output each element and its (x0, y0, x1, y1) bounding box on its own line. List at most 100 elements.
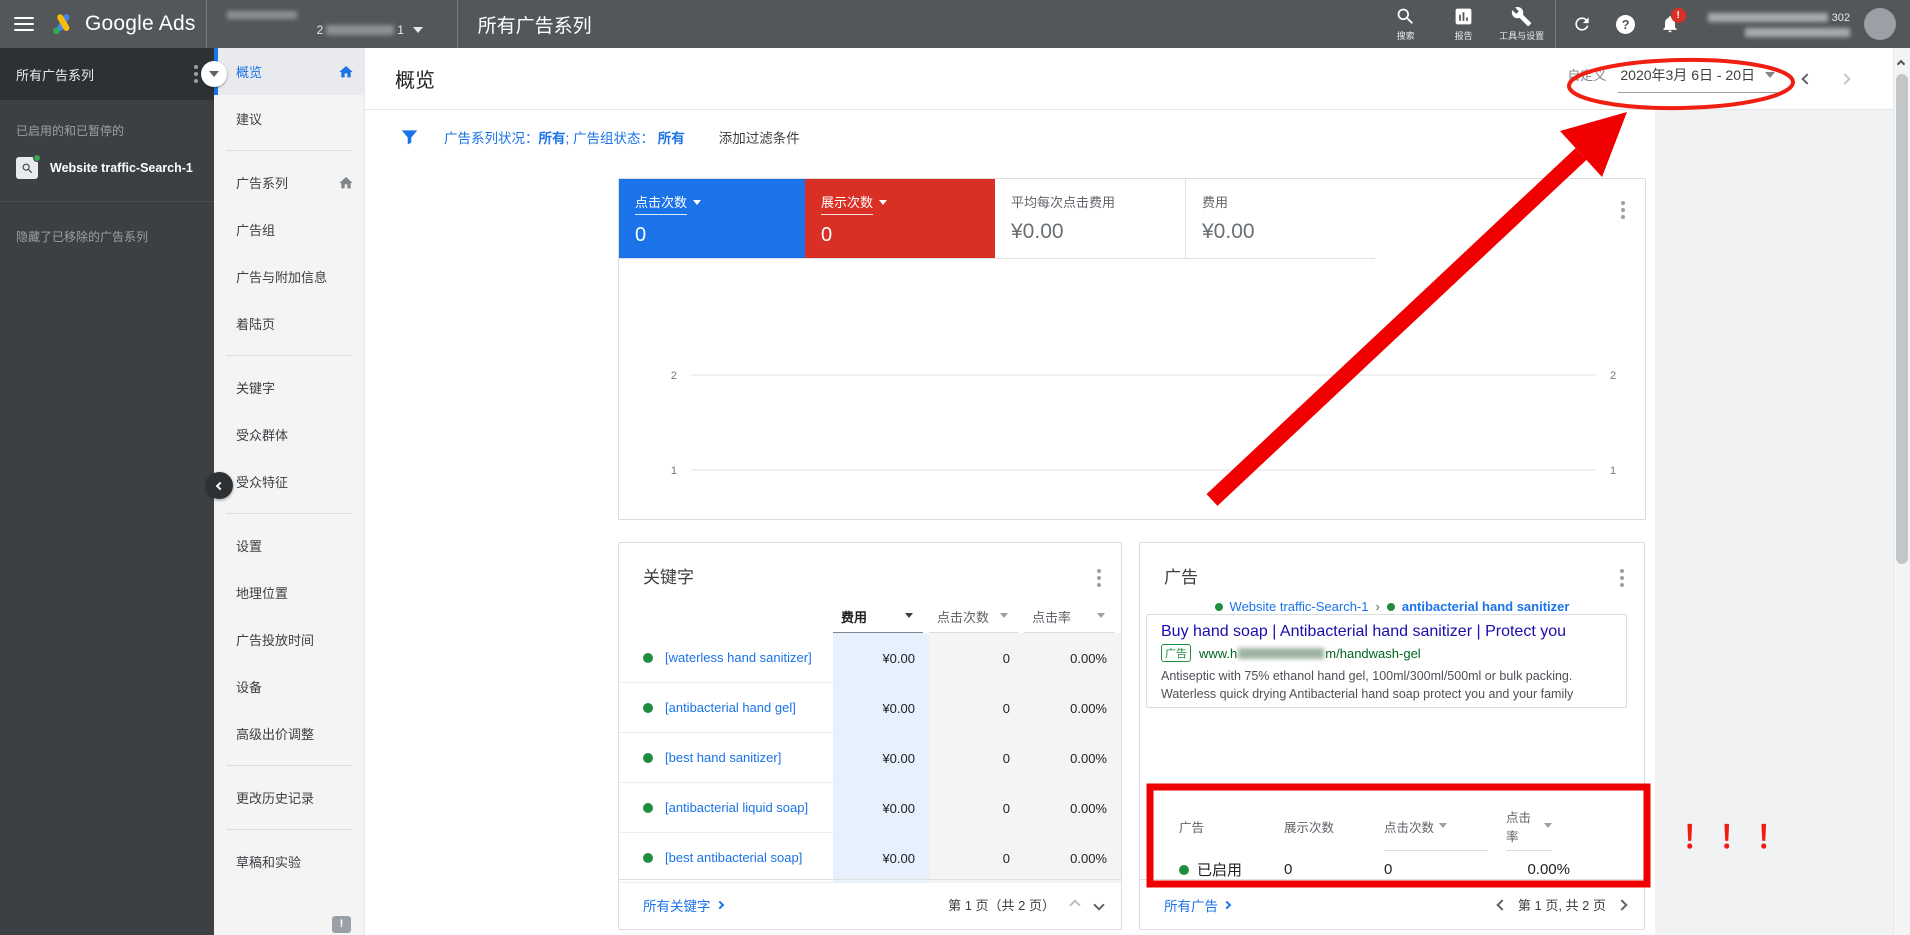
active-filters[interactable]: 广告系列状况：所有; 广告组状态： 所有 (444, 127, 685, 147)
sort-arrow-icon (1439, 823, 1447, 828)
keyword-link[interactable]: [best hand sanitizer] (665, 750, 781, 765)
metric-scorecard[interactable]: 展示次数0 (805, 179, 995, 258)
search-button[interactable]: 搜索 (1377, 0, 1435, 48)
breadcrumb-campaign-link[interactable]: Website traffic-Search-1 (1230, 599, 1369, 614)
notifications-button[interactable]: ! (1648, 0, 1692, 48)
reports-icon (1453, 6, 1474, 27)
subnav-item-label: 受众群体 (236, 425, 354, 444)
collapse-panel-button[interactable] (206, 472, 233, 499)
chevron-right-icon (1223, 900, 1231, 908)
svg-text:2: 2 (671, 370, 677, 382)
avatar[interactable] (1864, 8, 1896, 40)
chevron-down-icon (1765, 72, 1775, 78)
ad-stat-column-clicks[interactable]: 点击次数 (1384, 807, 1488, 851)
subnav-item[interactable]: 受众群体 (214, 411, 364, 458)
column-header-cost[interactable]: 费用 (833, 607, 923, 633)
sidebar-collapse-toggle[interactable] (201, 61, 227, 87)
subnav-item[interactable]: 广告系列 (214, 159, 364, 206)
prev-page-button[interactable] (1498, 897, 1506, 912)
subnav-item[interactable]: 设备 (214, 663, 364, 710)
chevron-left-icon (1801, 73, 1812, 84)
subnav-item-label: 广告组 (236, 220, 354, 239)
topbar-page-title: 所有广告系列 (458, 11, 612, 38)
subnav-item[interactable]: 关键字 (214, 364, 364, 411)
keywords-card-menu-kebab[interactable] (1091, 563, 1107, 593)
breadcrumb-adgroup-link[interactable]: antibacterial hand sanitizer (1402, 599, 1570, 614)
keyword-cost-cell: ¥0.00 (833, 833, 929, 883)
metric-scorecard[interactable]: 点击次数0 (619, 179, 805, 258)
metric-scorecard[interactable]: 平均每次点击费用¥0.00 (995, 179, 1185, 258)
ads-breadcrumb: Website traffic-Search-1 › antibacterial… (1140, 599, 1644, 614)
sidebar-item-campaign[interactable]: Website traffic-Search-1 (0, 149, 214, 187)
campaign-sidebar: 所有广告系列 已启用的和已暂停的 Website traffic-Search-… (0, 48, 214, 935)
ad-headline-link[interactable]: Buy hand soap | Antibacterial hand sanit… (1161, 623, 1612, 641)
ad-stat-column-ctr[interactable]: 点击率 (1506, 807, 1552, 851)
refresh-button[interactable] (1560, 0, 1604, 48)
column-header-ctr[interactable]: 点击率 (1024, 607, 1115, 633)
account-id-suffix: 1 (397, 23, 404, 37)
all-keywords-link[interactable]: 所有关键字 (643, 895, 723, 915)
tools-settings-button[interactable]: 工具与设置 (1493, 0, 1551, 48)
subnav-item[interactable]: 高级出价调整 (214, 710, 364, 757)
next-period-button[interactable] (1837, 66, 1853, 92)
subnav-item[interactable]: 设置 (214, 522, 364, 569)
notification-badge: ! (1671, 8, 1686, 23)
chart-card-menu-kebab[interactable] (1615, 195, 1631, 225)
subnav-item[interactable]: 广告组 (214, 206, 364, 253)
account-switcher[interactable]: 2 1 (207, 5, 457, 43)
blurred-email (1708, 13, 1828, 22)
enabled-status-dot (33, 154, 41, 162)
subnav-item[interactable]: 着陆页 (214, 300, 364, 347)
page-up-button[interactable] (1071, 897, 1079, 912)
subnav-item[interactable]: 建议 (214, 95, 364, 142)
keyword-link[interactable]: [antibacterial hand gel] (665, 700, 796, 715)
chevron-down-icon (209, 71, 219, 77)
ads-card-menu-kebab[interactable] (1614, 563, 1630, 593)
timeseries-chart: 2 1 0 2 1 0 2020年3月6日 2020年3月20日 (619, 258, 1647, 521)
keyword-clicks-cell: 0 (929, 833, 1024, 883)
account-number-suffix: 302 (1832, 12, 1850, 24)
scrollbar-thumb[interactable] (1896, 74, 1908, 564)
feedback-icon[interactable]: ! (332, 916, 351, 933)
column-header-clicks[interactable]: 点击次数 (929, 607, 1018, 633)
keyword-cost-cell: ¥0.00 (833, 733, 929, 783)
subnav-item-label: 建议 (236, 109, 354, 128)
divider (1555, 0, 1556, 48)
subnav-item-label: 概览 (236, 62, 338, 81)
metric-label: 费用 (1202, 192, 1228, 211)
subnav-item[interactable]: 更改历史记录 (214, 774, 364, 821)
metric-scorecard[interactable]: 费用¥0.00 (1185, 179, 1375, 258)
subnav-item[interactable]: 草稿和实验 (214, 838, 364, 885)
all-ads-link[interactable]: 所有广告 (1164, 895, 1230, 915)
next-page-button[interactable] (1618, 897, 1626, 912)
keyword-ctr-cell: 0.00% (1024, 833, 1121, 883)
metric-value: ¥0.00 (1011, 220, 1169, 244)
reports-button[interactable]: 报告 (1435, 0, 1493, 48)
page-down-button[interactable] (1095, 897, 1103, 912)
sort-arrow-icon (905, 613, 913, 618)
keyword-link[interactable]: [best antibacterial soap] (665, 850, 802, 865)
svg-text:1: 1 (671, 465, 677, 477)
keyword-link[interactable]: [waterless hand sanitizer] (665, 650, 812, 665)
metric-value: 0 (635, 224, 789, 247)
prev-period-button[interactable] (1799, 66, 1815, 92)
scroll-up-button[interactable] (1898, 54, 1904, 72)
subnav-item[interactable]: 广告与附加信息 (214, 253, 364, 300)
keyword-clicks-cell: 0 (929, 733, 1024, 783)
section-nav: 概览建议广告系列广告组广告与附加信息着陆页关键字受众群体受众特征设置地理位置广告… (214, 48, 365, 935)
subnav-item[interactable]: 概览 (214, 48, 364, 95)
help-button[interactable]: ? (1604, 0, 1648, 48)
add-filter-button[interactable]: 添加过滤条件 (719, 127, 800, 147)
menu-icon[interactable] (0, 0, 48, 48)
keyword-cost-cell: ¥0.00 (833, 683, 929, 733)
topbar: Google Ads 2 1 所有广告系列 搜索 报告 工具与设置 (0, 0, 1910, 48)
date-range-selector[interactable]: 自定义 2020年3月 6日 - 20日 (1567, 65, 1777, 93)
keyword-link[interactable]: [antibacterial liquid soap] (665, 800, 808, 815)
keywords-card: 关键字 费用 点击次数 点击率 [waterless hand sanitize… (618, 542, 1122, 930)
subnav-item[interactable]: 广告投放时间 (214, 616, 364, 663)
subnav-item[interactable]: 受众特征 (214, 458, 364, 505)
subnav-item[interactable]: 地理位置 (214, 569, 364, 616)
vertical-scrollbar[interactable] (1893, 48, 1910, 935)
hidden-campaigns-note[interactable]: 隐藏了已移除的广告系列 (0, 201, 214, 271)
blurred-account-line2 (1745, 28, 1850, 37)
